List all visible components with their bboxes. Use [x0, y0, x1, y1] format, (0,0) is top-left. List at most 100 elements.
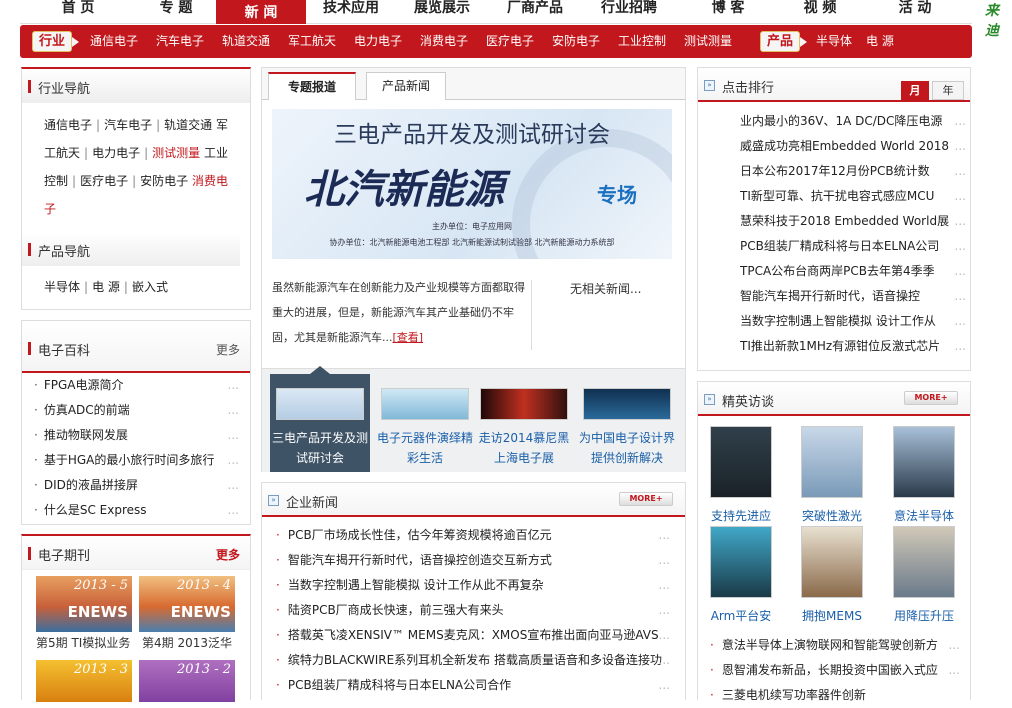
- list-item[interactable]: · 意法半导体上演物联网和智能驾驶创新方...: [710, 633, 960, 658]
- periodicals-box: 电子期刊 更多 2013 - 5 ENEWS 第5期 TI模拟业务 2013 -…: [21, 534, 251, 702]
- periodical-cover-1[interactable]: 2013 - 5 ENEWS: [36, 576, 132, 632]
- person-photo: [801, 526, 863, 598]
- person-item[interactable]: 支持先进应: [708, 426, 774, 528]
- encyclopedia-more-link[interactable]: 更多: [216, 341, 240, 358]
- person-item[interactable]: 突破性激光: [799, 426, 865, 528]
- list-item[interactable]: · 搭载英飞凌XENSIV™ MEMS麦克风：XMOS宣布推出面向亚马逊AVS..…: [276, 623, 670, 648]
- list-item[interactable]: · 缤特力BLACKWIRE系列耳机全新发布 搭载高质量语音和多设备连接功...: [276, 648, 670, 673]
- list-item[interactable]: · FPGA电源简介...: [34, 373, 239, 398]
- subnav-link[interactable]: 安防电子: [552, 34, 600, 48]
- list-item[interactable]: · 三菱电机续写功率器件创新: [710, 683, 960, 708]
- red-bar: [28, 547, 31, 560]
- person-item[interactable]: 意法半导体: [891, 426, 957, 528]
- elite-header: » 精英访谈 MORE+: [698, 382, 970, 416]
- top-nav-events[interactable]: 活 动: [860, 0, 970, 24]
- product-link[interactable]: 半导体: [44, 280, 80, 294]
- subnav-link[interactable]: 通信电子: [90, 34, 138, 48]
- product-link[interactable]: 电 源: [92, 280, 120, 294]
- encyclopedia-title: 电子百科: [38, 344, 91, 359]
- periodical-caption[interactable]: 第4期 2013泛华: [142, 634, 232, 651]
- thumb-image: [583, 388, 671, 420]
- product-link[interactable]: 嵌入式: [132, 280, 168, 294]
- encyclopedia-header: 电子百科 更多: [22, 321, 250, 373]
- list-item[interactable]: · 恩智浦发布新品，长期投资中国嵌入式应...: [710, 658, 960, 683]
- list-item[interactable]: · 什么是SC Express...: [34, 498, 239, 523]
- subnav-link[interactable]: 电 源: [866, 34, 894, 48]
- list-item[interactable]: TI推出新款1MHz有源钳位反激式芯片...: [740, 334, 966, 359]
- person-item[interactable]: Arm平台安: [708, 526, 774, 628]
- subnav-link[interactable]: 半导体: [816, 34, 852, 48]
- subnav-link[interactable]: 测试测量: [684, 34, 732, 48]
- industry-tag: 行业: [32, 31, 80, 52]
- thumb-item[interactable]: 电子元器件演绎精彩生活: [375, 374, 475, 472]
- site-logo[interactable]: 来迪: [955, 0, 1012, 39]
- subnav-link[interactable]: 军工航天: [288, 34, 336, 48]
- person-name: 支持先进应: [710, 509, 771, 523]
- person-photo: [893, 526, 955, 598]
- list-item[interactable]: · 陆资PCB厂商成长快速，前三强大有来头...: [276, 598, 670, 623]
- periodical-cover-2[interactable]: 2013 - 4 ENEWS: [139, 576, 235, 632]
- list-item[interactable]: · 智能汽车揭开行新时代，语音操控创造交互新方式...: [276, 548, 670, 573]
- cover-brand: ENEWS: [67, 603, 128, 621]
- tab-year[interactable]: 年: [932, 81, 964, 100]
- feature-tabs: 专题报道 产品新闻: [262, 68, 685, 100]
- subnav-link[interactable]: 消费电子: [420, 34, 468, 48]
- top-nav-blog[interactable]: 博 客: [676, 0, 780, 24]
- list-item[interactable]: · 当数字控制遇上智能模拟 设计工作从此不再复杂...: [276, 573, 670, 598]
- industry-link[interactable]: 测试测量: [152, 146, 200, 160]
- industry-link[interactable]: 轨道交通: [164, 118, 212, 132]
- cover-brand: ENEWS: [170, 603, 231, 621]
- red-bar: [28, 243, 31, 256]
- list-item[interactable]: 慧荣科技于2018 Embedded World展...: [740, 209, 966, 234]
- view-link[interactable]: [查看]: [393, 331, 424, 344]
- list-item[interactable]: TI新型可靠、抗干扰电容式感应MCU...: [740, 184, 966, 209]
- industry-link[interactable]: 通信电子: [44, 118, 92, 132]
- list-item[interactable]: · 推动物联网发展...: [34, 423, 239, 448]
- periodicals-more-link[interactable]: 更多: [216, 546, 240, 563]
- industry-link[interactable]: 电力电子: [92, 146, 140, 160]
- list-item[interactable]: · PCB组装厂精成科将与日本ELNA公司合作...: [276, 673, 670, 698]
- list-item[interactable]: 业内最小的36V、1A DC/DC降压电源...: [740, 109, 966, 134]
- top-nav-jobs[interactable]: 行业招聘: [582, 0, 676, 24]
- person-item[interactable]: 用降压升压: [891, 526, 957, 628]
- thumb-item[interactable]: 走访2014慕尼黑上海电子展: [474, 374, 574, 472]
- tab-month[interactable]: 月: [901, 81, 929, 100]
- top-nav-expo[interactable]: 展览展示: [396, 0, 488, 24]
- list-item[interactable]: · DID的液晶拼接屏...: [34, 473, 239, 498]
- list-item[interactable]: · PCB厂市场成长性佳，估今年筹资规模将逾百亿元...: [276, 523, 670, 548]
- thumb-item[interactable]: 为中国电子设计界提供创新解决: [577, 374, 677, 472]
- product-nav-title: 产品导航: [38, 245, 91, 260]
- industry-link[interactable]: 安防电子: [140, 174, 188, 188]
- top-nav-news[interactable]: 新 闻: [216, 0, 306, 24]
- list-item[interactable]: 日本公布2017年12月份PCB统计数...: [740, 159, 966, 184]
- elite-more-button[interactable]: MORE+: [904, 391, 958, 405]
- industry-link[interactable]: 汽车电子: [104, 118, 152, 132]
- top-nav-home[interactable]: 首 页: [20, 0, 136, 24]
- subnav-link[interactable]: 工业控制: [618, 34, 666, 48]
- feature-banner[interactable]: 三电产品开发及测试研讨会 北汽新能源 专场 主办单位：电子应用网 协办单位：北汽…: [272, 109, 672, 259]
- periodical-caption[interactable]: 第5期 TI模拟业务: [36, 634, 130, 651]
- tab-product-news[interactable]: 产品新闻: [366, 72, 446, 100]
- top-nav-video[interactable]: 视 频: [780, 0, 860, 24]
- subnav-link[interactable]: 电力电子: [354, 34, 402, 48]
- list-item[interactable]: 威盛成功亮相Embedded World 2018...: [740, 134, 966, 159]
- list-item[interactable]: 智能汽车揭开行新时代，语音操控...: [740, 284, 966, 309]
- thumb-item[interactable]: 三电产品开发及测试研讨会: [270, 366, 370, 472]
- person-item[interactable]: 拥抱MEMS: [799, 526, 865, 628]
- list-item[interactable]: · 仿真ADC的前端...: [34, 398, 239, 423]
- subnav-link[interactable]: 汽车电子: [156, 34, 204, 48]
- list-item[interactable]: TPCA公布台商两岸PCB去年第4季季...: [740, 259, 966, 284]
- subnav-link[interactable]: 轨道交通: [222, 34, 270, 48]
- tab-topics[interactable]: 专题报道: [268, 72, 356, 100]
- top-nav-tech[interactable]: 技术应用: [306, 0, 396, 24]
- periodical-cover-4[interactable]: 2013 - 2: [139, 660, 235, 702]
- list-item[interactable]: · 基于HGA的最小旅行时间多旅行...: [34, 448, 239, 473]
- industry-link[interactable]: 医疗电子: [80, 174, 128, 188]
- list-item[interactable]: 当数字控制遇上智能模拟 设计工作从...: [740, 309, 966, 334]
- periodical-cover-3[interactable]: 2013 - 3: [36, 660, 132, 702]
- list-item[interactable]: PCB组装厂精成科将与日本ELNA公司...: [740, 234, 966, 259]
- top-nav-topics[interactable]: 专 题: [136, 0, 216, 24]
- top-nav-products[interactable]: 厂商产品: [488, 0, 582, 24]
- company-news-more-button[interactable]: MORE+: [619, 492, 673, 506]
- subnav-link[interactable]: 医疗电子: [486, 34, 534, 48]
